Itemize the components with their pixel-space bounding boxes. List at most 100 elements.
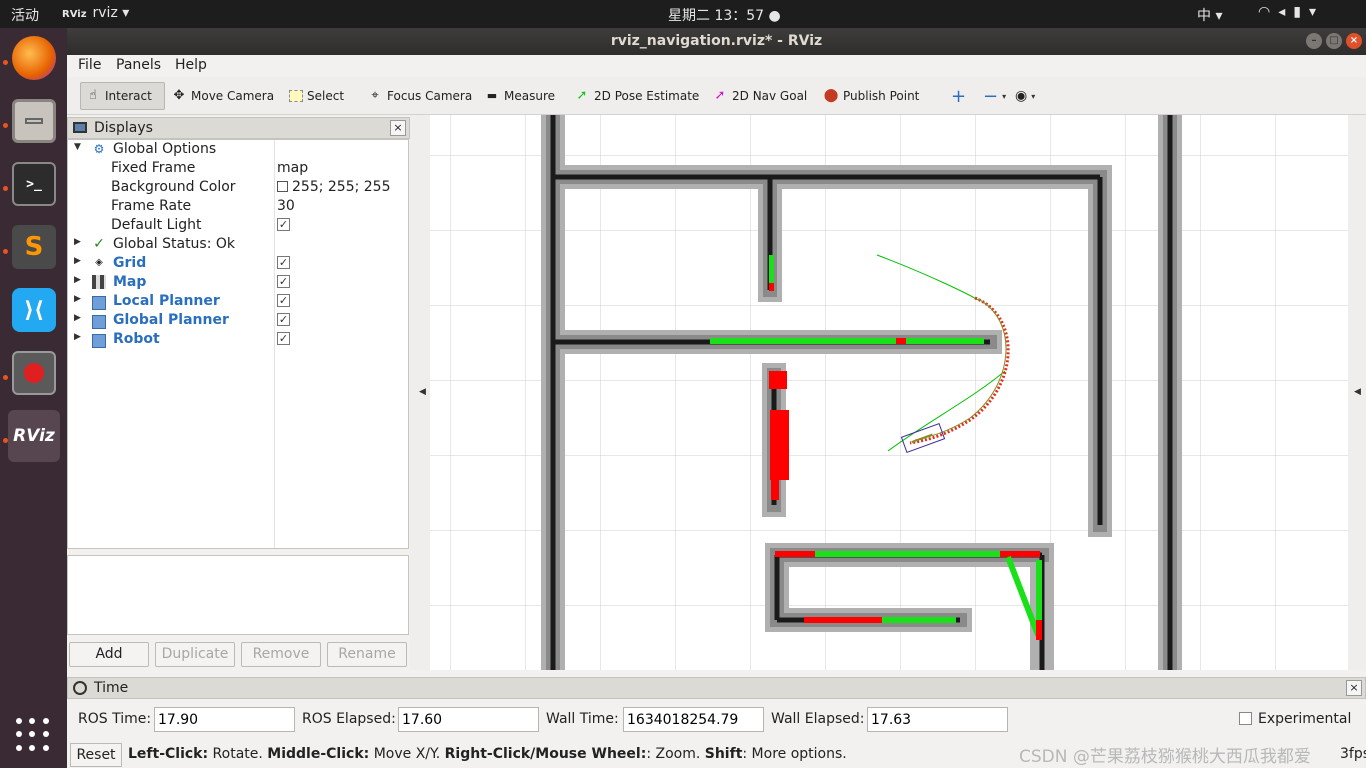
measure-tool[interactable]: ▬ Measure — [480, 82, 559, 110]
expand-arrow-icon[interactable]: ▶ — [74, 294, 81, 304]
close-icon[interactable]: × — [1346, 680, 1362, 696]
ros-elapsed-label: ROS Elapsed: — [302, 711, 396, 727]
expand-arrow-icon[interactable]: ▶ — [74, 275, 81, 285]
map-checkbox[interactable]: ✓ — [277, 275, 290, 288]
fixed-frame-value[interactable]: map — [277, 160, 308, 176]
remove-tool-button[interactable]: − ▾ — [979, 82, 1010, 110]
rename-display-button[interactable]: Rename — [327, 642, 407, 667]
show-applications-icon[interactable] — [16, 718, 50, 752]
minimize-icon[interactable]: – — [1306, 33, 1322, 49]
hint-shift: Shift — [704, 746, 743, 762]
dock-terminal[interactable]: >_ — [8, 158, 60, 210]
right-panel-splitter[interactable]: ◀ — [1348, 115, 1366, 670]
pose-estimate-tool[interactable]: ➚ 2D Pose Estimate — [570, 82, 703, 110]
wall-time-label: Wall Time: — [546, 711, 619, 727]
status-bar: Reset Left-Click: Rotate. Middle-Click: … — [67, 742, 1366, 768]
add-display-button[interactable]: Add — [69, 642, 149, 667]
grid-checkbox[interactable]: ✓ — [277, 256, 290, 269]
expand-arrow-icon[interactable]: ▶ — [74, 256, 81, 266]
tree-row-frame-rate[interactable]: Frame Rate 30 — [68, 197, 408, 216]
input-method-label: 中 — [1197, 8, 1211, 24]
expand-arrow-icon[interactable]: ▶ — [74, 313, 81, 323]
dock-sublime[interactable]: S — [8, 221, 60, 273]
hand-pointer-icon: ☝ — [89, 88, 97, 103]
global-planner-checkbox[interactable]: ✓ — [277, 313, 290, 326]
expand-arrow-icon[interactable]: ▶ — [74, 332, 81, 342]
rviz-icon: RViz — [13, 426, 55, 446]
left-panel-splitter[interactable]: ◀ — [410, 115, 430, 670]
menu-help[interactable]: Help — [175, 57, 207, 73]
close-icon[interactable]: × — [390, 120, 406, 136]
tree-row-grid[interactable]: ▶ ◈ Grid ✓ — [68, 254, 408, 273]
tree-row-global-status[interactable]: ▶ ✓ Global Status: Ok — [68, 235, 408, 254]
ros-time-field[interactable] — [154, 707, 295, 732]
tree-row-robot[interactable]: ▶ Robot ✓ — [68, 330, 408, 349]
tree-row-global-planner[interactable]: ▶ Global Planner ✓ — [68, 311, 408, 330]
view-options-button[interactable]: ◉ ▾ — [1011, 82, 1039, 110]
map-pin-icon: ⬤ — [823, 88, 839, 103]
duplicate-display-button[interactable]: Duplicate — [155, 642, 235, 667]
dock-app[interactable] — [8, 347, 60, 399]
reset-button[interactable]: Reset — [70, 743, 122, 767]
tree-row-background-color[interactable]: Background Color 255; 255; 255 — [68, 178, 408, 197]
ros-elapsed-field[interactable] — [398, 707, 539, 732]
tree-row-map[interactable]: ▶ Map ✓ — [68, 273, 408, 292]
interact-tool[interactable]: ☝ Interact — [80, 82, 165, 110]
frame-rate-value[interactable]: 30 — [277, 198, 295, 214]
wall-elapsed-field[interactable] — [867, 707, 1008, 732]
render-viewport[interactable] — [430, 115, 1348, 670]
magenta-arrow-icon: ➚ — [714, 88, 726, 103]
dock-firefox[interactable] — [8, 32, 60, 84]
expand-arrow-icon[interactable]: ▶ — [74, 237, 81, 247]
local-planner-checkbox[interactable]: ✓ — [277, 294, 290, 307]
wall-time-field[interactable] — [623, 707, 764, 732]
hint-move: Move X/Y. — [369, 746, 445, 762]
tree-row-global-options[interactable]: ▼ ⚙ Global Options — [68, 140, 408, 159]
map-view[interactable] — [430, 115, 1348, 670]
default-light-label: Default Light — [111, 217, 202, 233]
menu-panels[interactable]: Panels — [116, 57, 161, 73]
select-tool[interactable]: Select — [285, 82, 348, 110]
system-tray[interactable]: ◠◂▮▾ — [1258, 4, 1324, 20]
expand-arrow-icon[interactable]: ▼ — [74, 142, 81, 152]
firefox-icon — [12, 36, 56, 80]
tree-row-local-planner[interactable]: ▶ Local Planner ✓ — [68, 292, 408, 311]
displays-header: Displays × — [67, 117, 410, 139]
collapse-right-icon[interactable]: ◀ — [1354, 387, 1361, 397]
gear-icon: ⚙ — [93, 142, 105, 156]
default-light-checkbox[interactable]: ✓ — [277, 218, 290, 231]
dock-files[interactable] — [8, 95, 60, 147]
maximize-icon[interactable]: □ — [1326, 33, 1342, 49]
rviz-app-glyph-icon: RViz — [62, 9, 87, 20]
robot-checkbox[interactable]: ✓ — [277, 332, 290, 345]
experimental-checkbox[interactable] — [1239, 712, 1252, 725]
interact-label: Interact — [105, 89, 152, 103]
remove-display-button[interactable]: Remove — [241, 642, 321, 667]
close-icon[interactable]: × — [1346, 33, 1362, 49]
tree-row-default-light[interactable]: Default Light ✓ — [68, 216, 408, 235]
time-header: Time × — [67, 677, 1366, 699]
eye-icon: ◉ — [1015, 88, 1028, 104]
nav-goal-tool[interactable]: ➚ 2D Nav Goal — [708, 82, 811, 110]
collapse-left-icon[interactable]: ◀ — [419, 387, 426, 397]
select-label: Select — [307, 89, 345, 103]
sublime-text-icon: S — [12, 225, 56, 269]
wall-elapsed-label: Wall Elapsed: — [771, 711, 865, 727]
tree-row-fixed-frame[interactable]: Fixed Frame map — [68, 159, 408, 178]
app-menu[interactable]: RViz rviz ▾ — [62, 5, 129, 21]
dock-vscode[interactable]: ⟩⟨ — [8, 284, 60, 336]
publish-point-tool[interactable]: ⬤ Publish Point — [819, 82, 923, 110]
move-camera-tool[interactable]: ✥ Move Camera — [167, 82, 278, 110]
add-tool-button[interactable]: + — [947, 82, 970, 110]
activities-button[interactable]: 活动 — [11, 5, 39, 25]
window-titlebar[interactable]: rviz_navigation.rviz* - RViz – □ × — [67, 28, 1366, 55]
fixed-frame-label: Fixed Frame — [111, 160, 196, 176]
input-method-menu[interactable]: 中 ▾ — [1197, 5, 1222, 25]
background-color-value[interactable]: 255; 255; 255 — [277, 179, 391, 195]
global-status-label: Global Status: Ok — [113, 236, 236, 252]
menu-file[interactable]: File — [78, 57, 101, 73]
select-box-icon — [289, 90, 303, 102]
dock-rviz[interactable]: RViz — [8, 410, 60, 462]
clock[interactable]: 星期二 13：57 ● — [668, 5, 781, 25]
focus-camera-tool[interactable]: ⌖ Focus Camera — [363, 82, 476, 110]
